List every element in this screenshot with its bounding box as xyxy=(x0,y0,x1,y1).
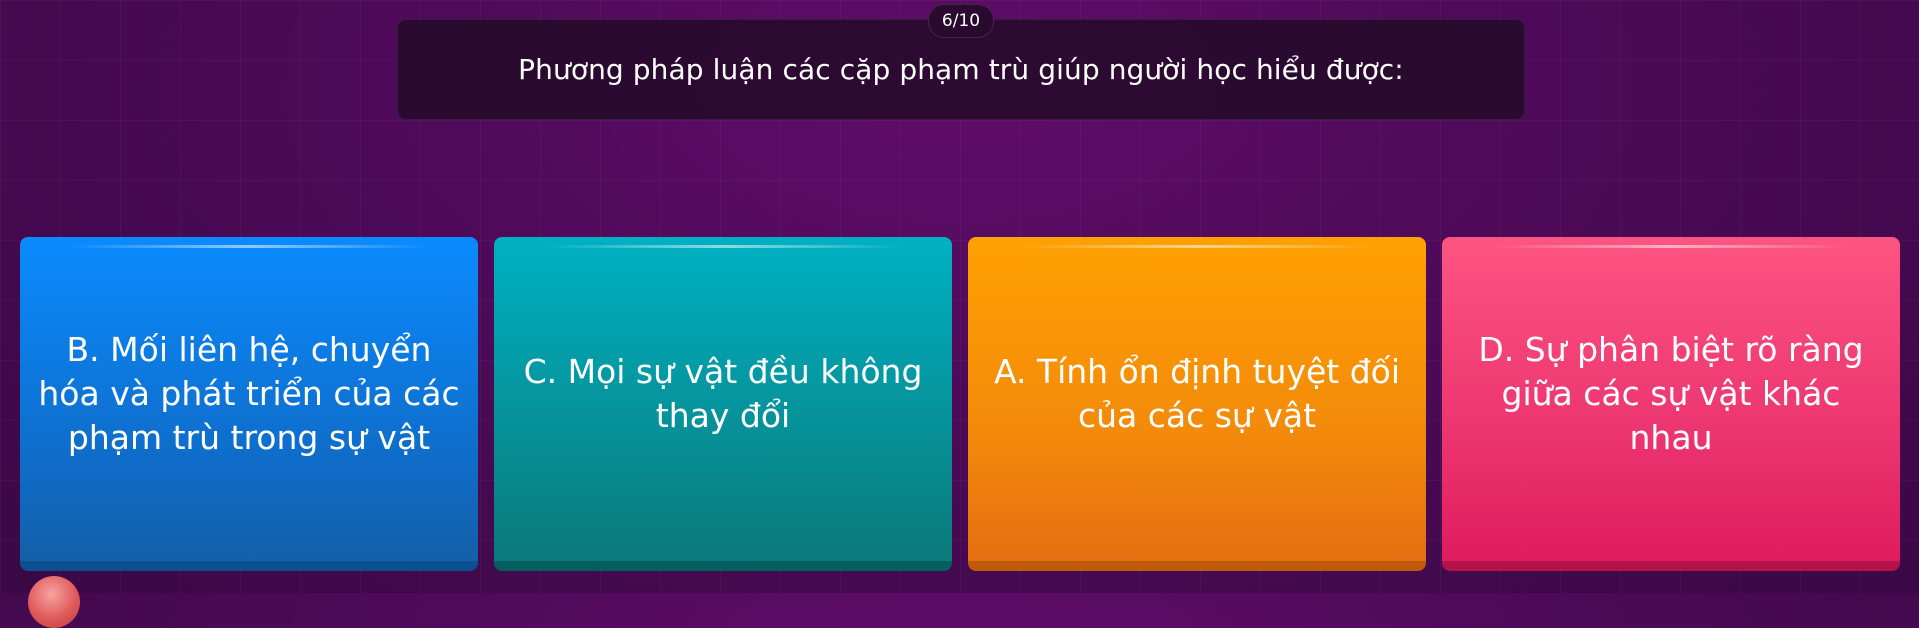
answer-option-a-label: A. Tính ổn định tuyệt đối của các sự vật xyxy=(993,352,1401,435)
answer-option-b[interactable]: B. Mối liên hệ, chuyển hóa và phát triển… xyxy=(20,237,478,571)
answer-option-d-label: D. Sự phân biệt rõ ràng giữa các sự vật … xyxy=(1478,330,1864,457)
answer-option-c-label: C. Mọi sự vật đều không thay đổi xyxy=(523,352,923,435)
answer-option-a[interactable]: A. Tính ổn định tuyệt đối của các sự vật xyxy=(968,237,1426,571)
player-avatar xyxy=(28,576,80,628)
answer-option-c[interactable]: C. Mọi sự vật đều không thay đổi xyxy=(494,237,952,571)
answer-option-d[interactable]: D. Sự phân biệt rõ ràng giữa các sự vật … xyxy=(1442,237,1900,571)
question-counter: 6/10 xyxy=(928,4,994,38)
answer-options: B. Mối liên hệ, chuyển hóa và phát triển… xyxy=(20,237,1900,571)
question-text: Phương pháp luận các cặp phạm trù giúp n… xyxy=(518,53,1404,86)
answer-option-b-label: B. Mối liên hệ, chuyển hóa và phát triển… xyxy=(38,330,460,457)
